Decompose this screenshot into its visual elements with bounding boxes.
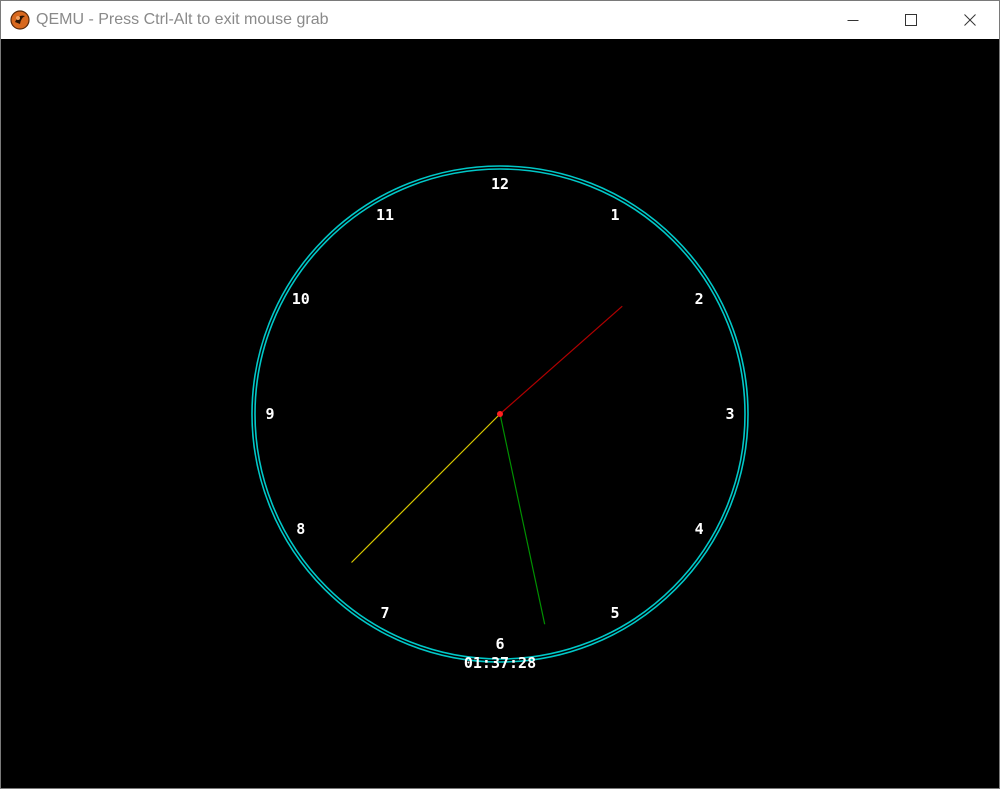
- qemu-logo-icon: [10, 10, 30, 30]
- minimize-icon: [847, 20, 859, 21]
- close-icon: [964, 14, 976, 26]
- clock-numeral: 1: [610, 206, 619, 224]
- maximize-button[interactable]: [882, 1, 940, 39]
- clock-numeral: 10: [292, 290, 310, 308]
- minute-hand: [351, 413, 501, 563]
- maximize-icon: [905, 14, 917, 26]
- close-button[interactable]: [941, 1, 999, 39]
- clock-numeral: 6: [495, 635, 504, 653]
- clock-numeral: 2: [695, 290, 704, 308]
- hour-hand: [499, 305, 623, 415]
- clock-numeral: 3: [725, 405, 734, 423]
- analog-clock: 121234567891011 01:37:28: [251, 165, 749, 672]
- window-title: QEMU - Press Ctrl-Alt to exit mouse grab: [36, 11, 329, 28]
- clock-numeral: 7: [380, 604, 389, 622]
- clock-numeral: 8: [296, 520, 305, 538]
- qemu-window: QEMU - Press Ctrl-Alt to exit mouse grab…: [0, 0, 1000, 789]
- clock-numeral: 4: [695, 520, 704, 538]
- vm-screen[interactable]: 12 1 2 3 4 5 6 7 8 9 10 11 01:37:28: [1, 39, 999, 788]
- clock-hands: [351, 305, 623, 625]
- clock-numeral: 9: [265, 405, 274, 423]
- clock-numeral: 5: [610, 604, 619, 622]
- digital-time-readout: 01:37:28: [464, 654, 536, 672]
- clock-numeral: 12: [491, 175, 509, 193]
- minimize-button[interactable]: [824, 1, 882, 39]
- clock-numeral: 11: [376, 206, 394, 224]
- title-bar[interactable]: QEMU - Press Ctrl-Alt to exit mouse grab: [1, 1, 999, 39]
- second-hand: [499, 413, 546, 625]
- clock-center-dot: [497, 411, 503, 417]
